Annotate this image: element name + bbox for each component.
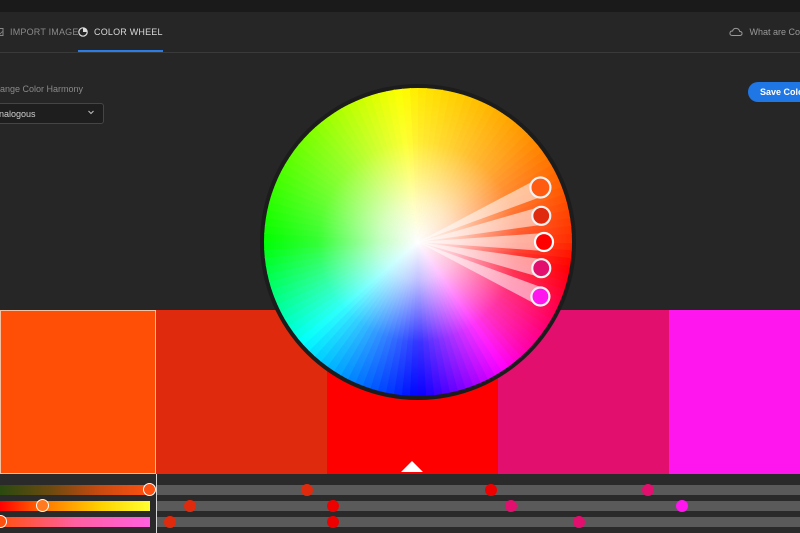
slider-track-3-active	[0, 517, 150, 527]
tab-bar: IMPORT IMAGE COLOR WHEEL What are Co	[0, 12, 800, 53]
harmony-label: ange Color Harmony	[0, 84, 84, 94]
cloud-icon	[729, 27, 744, 36]
slider-2-marker[interactable]	[184, 500, 196, 512]
slider-2-marker[interactable]	[327, 500, 339, 512]
slider-1-marker[interactable]	[485, 484, 497, 496]
slider-track-1	[157, 485, 800, 495]
harmony-handle[interactable]	[531, 205, 552, 226]
tab-color-wheel[interactable]: COLOR WHEEL	[78, 12, 163, 52]
chevron-down-icon	[88, 110, 94, 115]
help-link[interactable]: What are Co	[729, 12, 800, 52]
save-button[interactable]: Save Color	[748, 82, 800, 102]
harmony-handle[interactable]	[533, 231, 555, 253]
slider-track-1-active	[0, 485, 150, 495]
selected-swatch-pointer	[401, 461, 423, 472]
color-swatch[interactable]	[0, 310, 156, 474]
slider-track-2-active	[0, 501, 150, 511]
slider-1-marker[interactable]	[301, 484, 313, 496]
slider-2-marker[interactable]	[676, 500, 688, 512]
slider-1-marker[interactable]	[642, 484, 654, 496]
slider-3-marker[interactable]	[573, 516, 585, 528]
harmony-handle[interactable]	[529, 176, 552, 199]
help-link-label: What are Co	[749, 27, 800, 37]
color-swatch[interactable]	[669, 310, 800, 474]
color-wheel-icon	[78, 27, 88, 37]
harmony-dropdown-value: nalogous	[0, 109, 36, 119]
color-wheel[interactable]	[258, 82, 578, 402]
slider-track-3	[157, 517, 800, 527]
color-sliders	[0, 474, 800, 533]
slider-2-marker[interactable]	[505, 500, 517, 512]
selected-swatch-divider	[156, 474, 157, 533]
slider-track-2	[157, 501, 800, 511]
harmony-dropdown[interactable]: nalogous	[0, 103, 104, 124]
slider-2-handle[interactable]	[36, 499, 49, 512]
tab-import-label: IMPORT IMAGE	[10, 27, 79, 37]
slider-1-handle[interactable]	[143, 483, 156, 496]
save-button-label: Save Color	[760, 87, 800, 97]
app-top-bar	[0, 0, 800, 12]
tab-import-image[interactable]: IMPORT IMAGE	[0, 12, 79, 52]
tab-color-wheel-label: COLOR WHEEL	[94, 27, 163, 37]
image-icon	[0, 28, 4, 36]
harmony-handle[interactable]	[531, 258, 552, 279]
harmony-handle[interactable]	[530, 286, 551, 307]
slider-3-marker[interactable]	[164, 516, 176, 528]
slider-3-marker[interactable]	[327, 516, 339, 528]
